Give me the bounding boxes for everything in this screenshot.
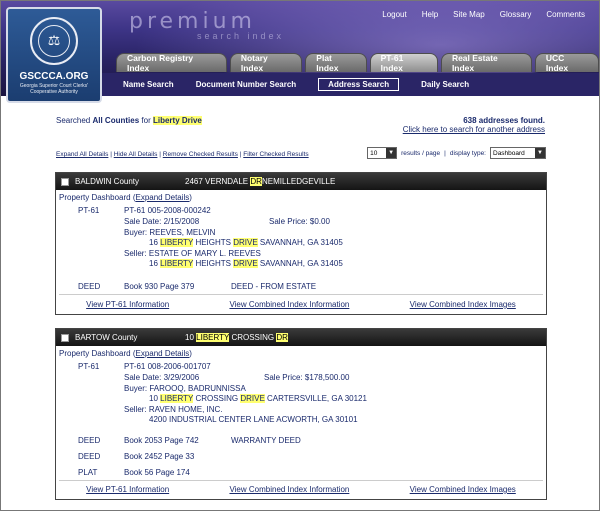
display-type-select[interactable]: Dashboard ▼ — [490, 147, 546, 159]
buyer: Buyer: REEVES, MELVIN — [124, 228, 216, 237]
top-links: Logout Help Site Map Glossary Comments — [382, 10, 585, 19]
record-links: View PT-61 Information View Combined Ind… — [56, 300, 546, 309]
index-tabs: Carbon Registry Index Notary Index Plat … — [116, 53, 599, 73]
record-county: BALDWIN County — [75, 177, 140, 186]
tab-carbon-registry[interactable]: Carbon Registry Index — [116, 53, 227, 73]
view-combined-info-link[interactable]: View Combined Index Information — [229, 300, 349, 309]
tab-ucc[interactable]: UCC Index — [534, 53, 599, 73]
scales-of-justice-icon: ⚖ — [47, 32, 61, 48]
logout-link[interactable]: Logout — [382, 10, 406, 19]
record-header: BALDWIN County 2467 VERNDALE DRNEMILLEDG… — [56, 173, 546, 190]
browser-frame: premium search index Logout Help Site Ma… — [0, 0, 600, 511]
sale-date: Sale Date: 3/29/2006 — [124, 373, 200, 382]
subnav-address-search[interactable]: Address Search — [318, 78, 400, 91]
results-found: 638 addresses found. Click here to searc… — [403, 116, 545, 134]
record-address: 10 LIBERTY CROSSING DR — [185, 333, 288, 342]
record-header: BARTOW County 10 LIBERTY CROSSING DR — [56, 329, 546, 346]
view-combined-images-link[interactable]: View Combined Index Images — [410, 300, 516, 309]
expand-details-link[interactable]: Expand Details — [135, 193, 189, 202]
seller: Seller: RAVEN HOME, INC. — [124, 405, 223, 414]
property-dashboard: Property Dashboard (Expand Details) — [59, 349, 192, 358]
expand-details-link[interactable]: Expand Details — [135, 349, 189, 358]
property-dashboard: Property Dashboard (Expand Details) — [59, 193, 192, 202]
tab-real-estate[interactable]: Real Estate Index — [440, 53, 532, 73]
pt61-number: PT-61 008-2006-001707 — [124, 362, 211, 371]
deed-book: Book 2053 Page 742 — [124, 436, 199, 445]
record-checkbox[interactable] — [61, 333, 69, 342]
glossary-link[interactable]: Glossary — [500, 10, 532, 19]
result-record: BALDWIN County 2467 VERNDALE DRNEMILLEDG… — [55, 172, 547, 315]
chevron-down-icon: ▼ — [386, 148, 397, 158]
sale-price: Sale Price: $178,500.00 — [264, 373, 350, 382]
deed-book: Book 930 Page 379 — [124, 282, 195, 291]
buyer-address: 10 LIBERTY CROSSING DRIVE CARTERSVILLE, … — [149, 394, 367, 403]
deed-type: DEED — [78, 282, 101, 291]
logo-name: GSCCCA.ORG — [19, 71, 89, 82]
plat-book: Book 56 Page 174 — [124, 468, 190, 477]
sale-date: Sale Date: 2/15/2008 — [124, 217, 200, 226]
brand-tagline: search index — [197, 31, 285, 41]
subnav-name-search[interactable]: Name Search — [123, 80, 174, 89]
remove-checked-link[interactable]: Remove Checked Results — [163, 151, 238, 158]
subnav-daily-search[interactable]: Daily Search — [421, 80, 469, 89]
expand-all-link[interactable]: Expand All Details — [56, 151, 108, 158]
view-combined-info-link[interactable]: View Combined Index Information — [229, 485, 349, 494]
pt61-number: PT-61 005-2008-000242 — [124, 206, 211, 215]
deed-type: DEED — [78, 452, 101, 461]
logo-subtitle: Georgia Superior Court Clerks' Cooperati… — [19, 83, 89, 95]
buyer-address: 16 LIBERTY HEIGHTS DRIVE SAVANNAH, GA 31… — [149, 238, 343, 247]
results-per-page-controls: 10 ▼ results / page | display type: Dash… — [367, 147, 546, 159]
tab-pt61[interactable]: PT-61 Index — [369, 53, 438, 73]
deed-desc: DEED - FROM ESTATE — [231, 282, 317, 291]
search-subnav: Name Search Document Number Search Addre… — [101, 73, 599, 96]
seller: Seller: ESTATE OF MARY L. REEVES — [124, 249, 261, 258]
search-term: Liberty Drive — [152, 116, 202, 125]
search-scope: All Counties — [92, 116, 140, 125]
tab-notary[interactable]: Notary Index — [229, 53, 303, 73]
subnav-document-number-search[interactable]: Document Number Search — [196, 80, 296, 89]
record-links: View PT-61 Information View Combined Ind… — [56, 485, 546, 494]
deed-book: Book 2452 Page 33 — [124, 452, 195, 461]
record-checkbox[interactable] — [61, 177, 69, 186]
seller-address: 16 LIBERTY HEIGHTS DRIVE SAVANNAH, GA 31… — [149, 259, 343, 268]
results-content: Searched All Counties for Liberty Drive … — [1, 96, 599, 510]
record-county: BARTOW County — [75, 333, 138, 342]
view-pt61-link[interactable]: View PT-61 Information — [86, 300, 169, 309]
gsccca-logo[interactable]: ⚖ GSCCCA.ORG Georgia Superior Court Cler… — [6, 7, 102, 103]
results-count: 638 addresses found. — [463, 116, 545, 125]
site-map-link[interactable]: Site Map — [453, 10, 485, 19]
sale-price: Sale Price: $0.00 — [269, 217, 330, 226]
new-search-link[interactable]: Click here to search for another address — [403, 125, 545, 134]
help-link[interactable]: Help — [422, 10, 438, 19]
chevron-down-icon: ▼ — [535, 148, 545, 158]
tab-plat[interactable]: Plat Index — [305, 53, 367, 73]
view-combined-images-link[interactable]: View Combined Index Images — [410, 485, 516, 494]
comments-link[interactable]: Comments — [546, 10, 585, 19]
seller-address: 4200 INDUSTRIAL CENTER LANE ACWORTH, GA … — [149, 415, 358, 424]
plat-type: PLAT — [78, 468, 98, 477]
record-address: 2467 VERNDALE DRNEMILLEDGEVILLE — [185, 177, 336, 186]
deed-desc: WARRANTY DEED — [231, 436, 301, 445]
deed-type: DEED — [78, 436, 101, 445]
seal-icon: ⚖ — [30, 17, 78, 65]
hide-all-link[interactable]: Hide All Details — [114, 151, 158, 158]
result-record: BARTOW County 10 LIBERTY CROSSING DR Pro… — [55, 328, 547, 500]
filter-checked-link[interactable]: Filter Checked Results — [243, 151, 308, 158]
view-pt61-link[interactable]: View PT-61 Information — [86, 485, 169, 494]
buyer: Buyer: FAROOQ, BADRUNNISSA — [124, 384, 246, 393]
per-page-select[interactable]: 10 ▼ — [367, 147, 398, 159]
bulk-actions: Expand All Details | Hide All Details | … — [56, 151, 309, 158]
search-summary: Searched All Counties for Liberty Drive — [56, 116, 202, 125]
